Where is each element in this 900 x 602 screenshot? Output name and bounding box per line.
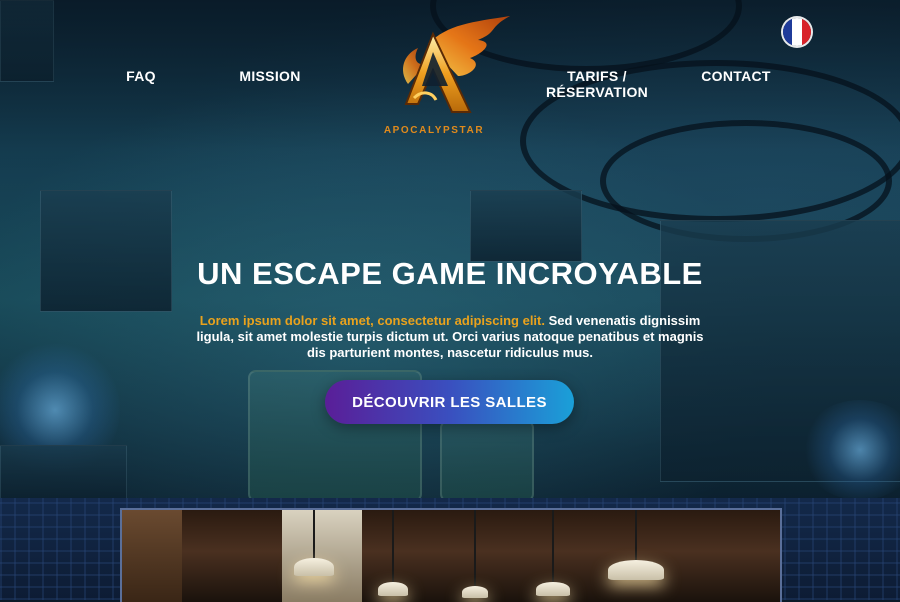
flaming-a-logo-icon: [403, 16, 510, 113]
hero-lead-text: Lorem ipsum dolor sit amet, consectetur …: [195, 313, 705, 361]
pendant-lamp: [378, 510, 408, 602]
hero-section: FAQ MISSION TARIFS / RÉSERVATION CONTACT: [0, 0, 900, 498]
pendant-lamp: [294, 510, 334, 590]
brand-name: APOCALYPSTAR: [383, 125, 485, 136]
nav-faq[interactable]: FAQ: [118, 68, 164, 84]
nav-contact[interactable]: CONTACT: [694, 68, 778, 84]
pendant-lamp: [536, 510, 570, 602]
brand-logo[interactable]: APOCALYPSTAR: [378, 14, 512, 140]
room-preview-image: [120, 508, 782, 602]
nav-tarifs-reservation[interactable]: TARIFS / RÉSERVATION: [536, 68, 658, 100]
lead-highlight: Lorem ipsum dolor sit amet, consectetur …: [199, 313, 545, 328]
hero-headline: UN ESCAPE GAME INCROYABLE: [197, 256, 703, 291]
french-flag-icon[interactable]: [783, 18, 811, 46]
discover-rooms-button[interactable]: DÉCOUVRIR LES SALLES: [325, 380, 574, 424]
pendant-lamp: [462, 510, 488, 602]
nav-mission[interactable]: MISSION: [230, 68, 310, 84]
pendant-lamp: [608, 510, 664, 590]
room-wall: [122, 510, 182, 602]
flag-white-stripe: [792, 18, 802, 46]
